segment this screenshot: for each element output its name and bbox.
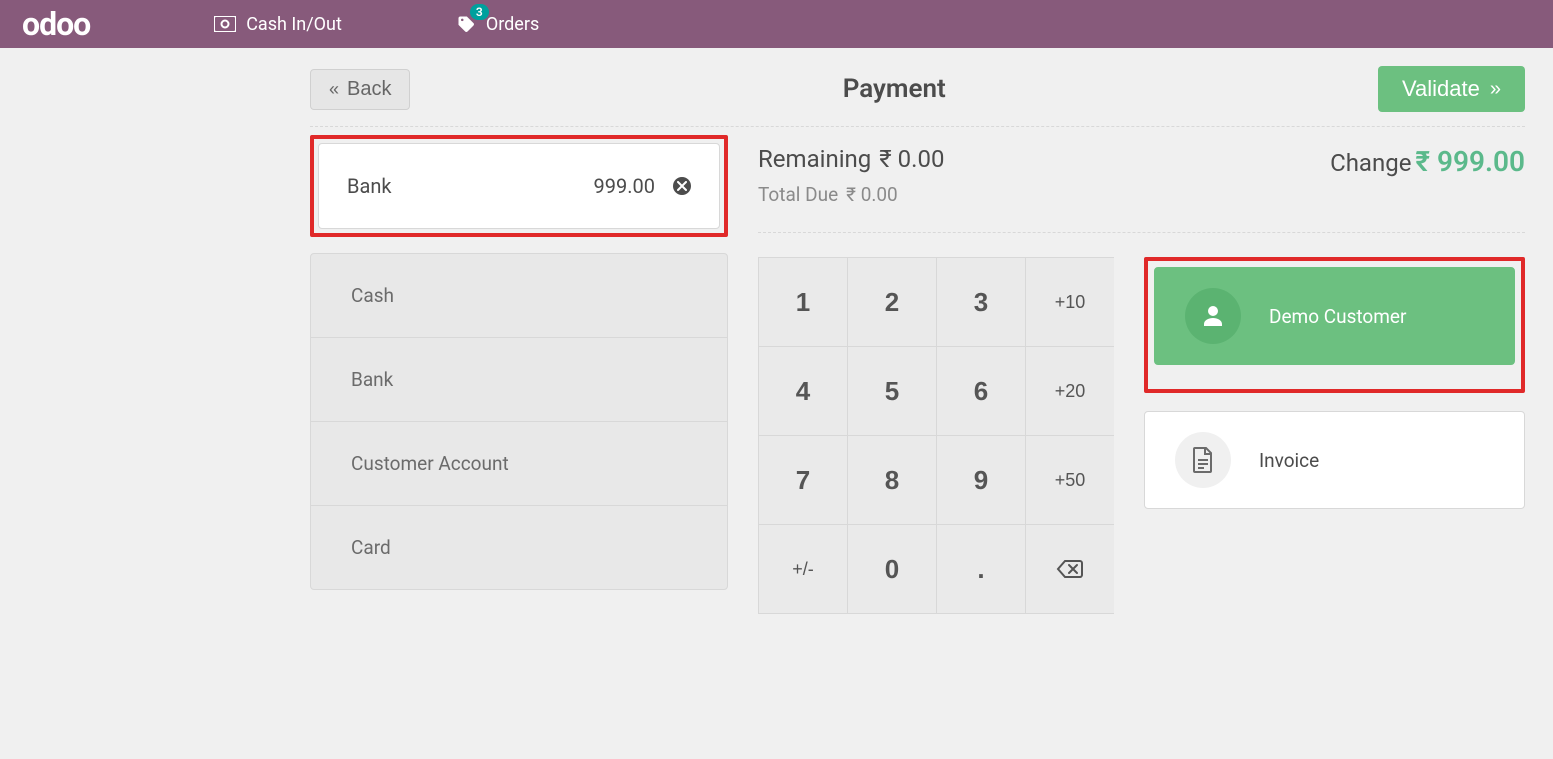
total-due-value: ₹ 0.00 xyxy=(846,183,898,206)
backspace-icon xyxy=(1056,559,1084,579)
chevron-right-icon: » xyxy=(1490,78,1501,101)
brand-text: odoo xyxy=(22,5,90,43)
summary-row: Remaining ₹ 0.00 Total Due ₹ 0.00 Change… xyxy=(758,137,1525,233)
main-grid: Bank 999.00 Cash Bank Customer Account C… xyxy=(310,126,1525,614)
numpad-key-sign[interactable]: +/- xyxy=(759,525,847,613)
numpad-key-plus20[interactable]: +20 xyxy=(1026,347,1114,435)
right-actions: Demo Customer Invoice xyxy=(1144,257,1525,527)
back-button[interactable]: « Back xyxy=(310,69,410,110)
payment-line-method: Bank xyxy=(347,174,392,198)
numpad-key-backspace[interactable] xyxy=(1026,525,1114,613)
orders-badge: 3 xyxy=(470,4,489,20)
highlight-payment-line: Bank 999.00 xyxy=(310,135,728,237)
delete-payment-line-button[interactable] xyxy=(673,177,691,195)
customer-button[interactable]: Demo Customer xyxy=(1154,267,1515,365)
numpad-key-5[interactable]: 5 xyxy=(848,347,936,435)
remaining-row: Remaining ₹ 0.00 xyxy=(758,145,1290,173)
validate-label: Validate xyxy=(1402,76,1480,102)
summary-left: Remaining ₹ 0.00 Total Due ₹ 0.00 xyxy=(758,145,1290,216)
orders-label: Orders xyxy=(486,14,539,35)
payment-line-amount: 999.00 xyxy=(594,174,655,198)
numpad-key-9[interactable]: 9 xyxy=(937,436,1025,524)
payment-line-amount-group: 999.00 xyxy=(594,174,691,198)
user-icon xyxy=(1201,304,1225,328)
validate-button[interactable]: Validate » xyxy=(1378,66,1525,112)
lower-flex: 1 2 3 +10 4 5 6 +20 7 8 9 +50 +/- 0 . xyxy=(758,257,1525,614)
center-column: Remaining ₹ 0.00 Total Due ₹ 0.00 Change… xyxy=(758,127,1525,614)
payment-method-customer-account[interactable]: Customer Account xyxy=(311,422,727,506)
numpad-key-8[interactable]: 8 xyxy=(848,436,936,524)
numpad-key-plus10[interactable]: +10 xyxy=(1026,258,1114,346)
total-due-row: Total Due ₹ 0.00 xyxy=(758,183,1290,206)
numpad-key-2[interactable]: 2 xyxy=(848,258,936,346)
numpad-key-4[interactable]: 4 xyxy=(759,347,847,435)
change-value: ₹ 999.00 xyxy=(1415,145,1525,178)
page-title: Payment xyxy=(410,74,1378,104)
customer-icon-circle xyxy=(1185,288,1241,344)
payment-method-card[interactable]: Card xyxy=(311,506,727,589)
numpad-key-1[interactable]: 1 xyxy=(759,258,847,346)
numpad-key-3[interactable]: 3 xyxy=(937,258,1025,346)
change-row: Change ₹ 999.00 xyxy=(1330,145,1525,216)
payment-method-bank[interactable]: Bank xyxy=(311,338,727,422)
cash-in-out-button[interactable]: Cash In/Out xyxy=(192,0,364,48)
close-icon xyxy=(677,181,687,191)
topbar: odoo Cash In/Out 3 Orders xyxy=(0,0,1553,48)
invoice-icon-circle xyxy=(1175,432,1231,488)
numpad-key-7[interactable]: 7 xyxy=(759,436,847,524)
orders-button[interactable]: 3 Orders xyxy=(434,0,561,48)
numpad-key-plus50[interactable]: +50 xyxy=(1026,436,1114,524)
highlight-customer: Demo Customer xyxy=(1144,257,1525,393)
cash-in-out-label: Cash In/Out xyxy=(246,14,342,35)
invoice-button[interactable]: Invoice xyxy=(1144,411,1525,509)
cash-icon xyxy=(214,16,236,32)
numpad: 1 2 3 +10 4 5 6 +20 7 8 9 +50 +/- 0 . xyxy=(758,257,1114,614)
back-label: Back xyxy=(347,78,391,101)
brand-logo[interactable]: odoo xyxy=(0,5,112,43)
invoice-label: Invoice xyxy=(1259,449,1319,472)
chevron-left-icon: « xyxy=(329,79,339,100)
payment-line[interactable]: Bank 999.00 xyxy=(318,143,720,229)
numpad-key-6[interactable]: 6 xyxy=(937,347,1025,435)
change-label: Change xyxy=(1330,149,1411,177)
remaining-value: ₹ 0.00 xyxy=(879,145,944,173)
remaining-label: Remaining xyxy=(758,145,871,173)
customer-label: Demo Customer xyxy=(1269,305,1406,328)
payment-method-list: Cash Bank Customer Account Card xyxy=(310,253,728,590)
numpad-key-0[interactable]: 0 xyxy=(848,525,936,613)
header-row: « Back Payment Validate » xyxy=(310,66,1525,112)
payment-method-cash[interactable]: Cash xyxy=(311,254,727,338)
file-icon xyxy=(1192,447,1214,473)
left-column: Bank 999.00 Cash Bank Customer Account C… xyxy=(310,127,728,614)
total-due-label: Total Due xyxy=(758,183,838,206)
payment-screen: « Back Payment Validate » Bank 999.00 xyxy=(0,48,1553,654)
numpad-key-dot[interactable]: . xyxy=(937,525,1025,613)
